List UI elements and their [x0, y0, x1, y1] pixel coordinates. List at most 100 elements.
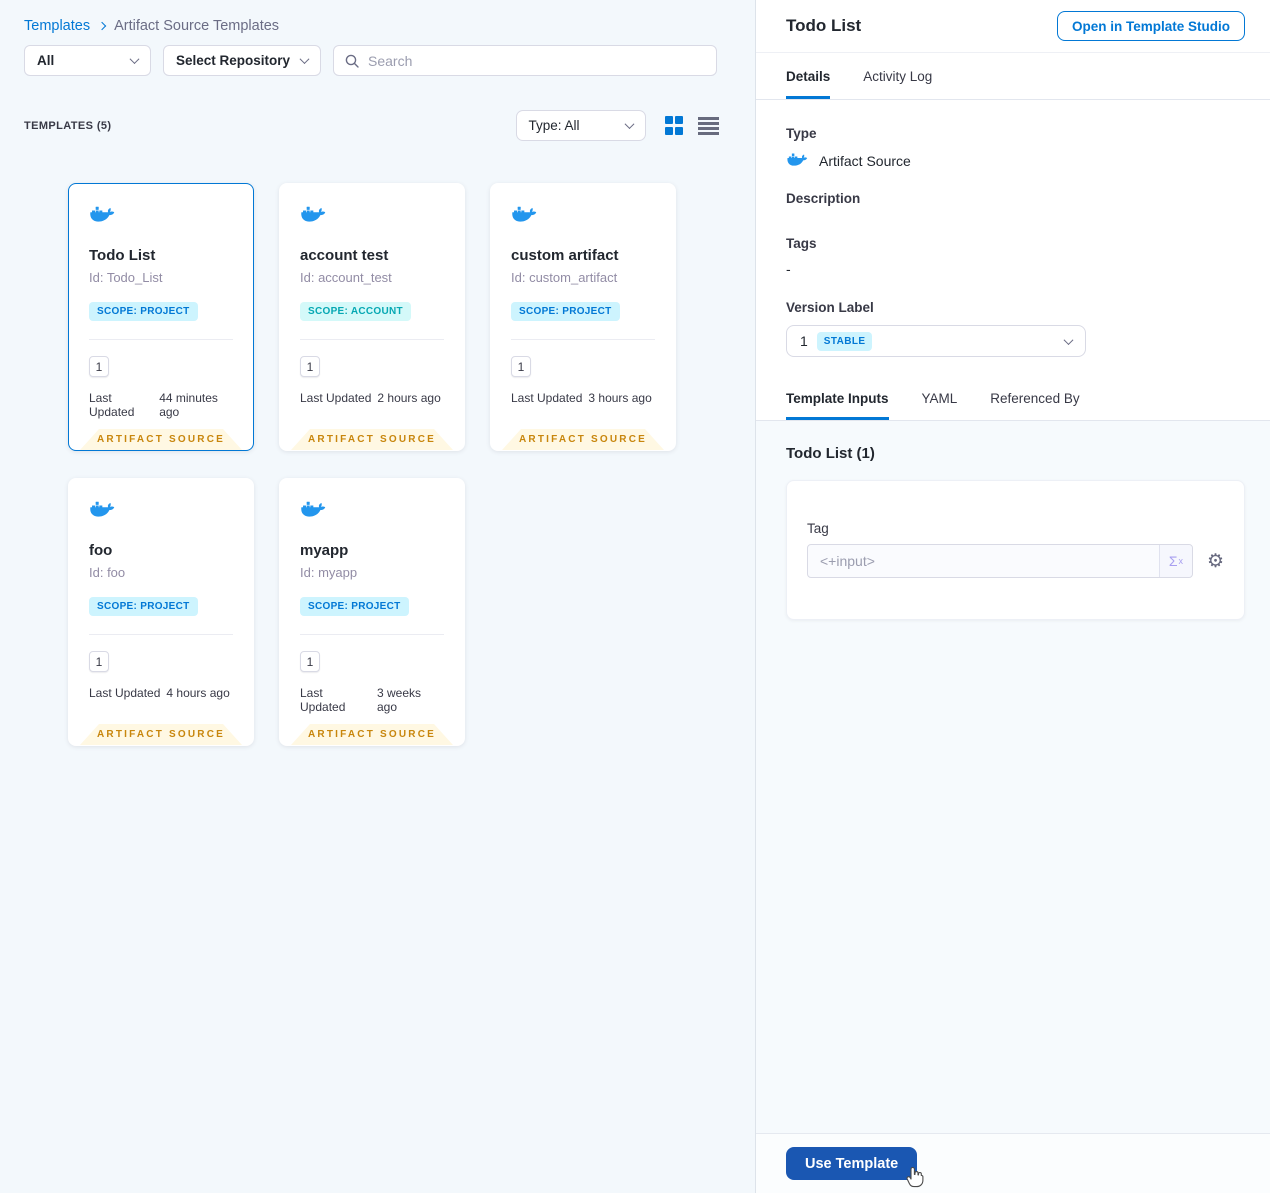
version-label: Version Label: [786, 300, 874, 315]
scope-badge: SCOPE: PROJECT: [511, 302, 620, 321]
version-count-badge: 1: [300, 651, 320, 672]
type-value: Artifact Source: [819, 153, 911, 169]
tag-input-row: Σx ⚙: [807, 544, 1224, 578]
version-count-badge: 1: [89, 651, 109, 672]
template-title: custom artifact: [511, 247, 619, 264]
scope-filter-dropdown[interactable]: All: [24, 45, 151, 76]
version-dropdown[interactable]: 1 STABLE: [786, 325, 1086, 357]
use-template-button[interactable]: Use Template: [786, 1147, 918, 1180]
last-updated: Last Updated 3 weeks ago: [300, 686, 444, 714]
artifact-source-ribbon: ARTIFACT SOURCE: [291, 429, 453, 450]
divider: [511, 339, 655, 340]
docker-icon: [786, 153, 809, 170]
breadcrumb-templates-link[interactable]: Templates: [24, 18, 90, 34]
docker-icon: [300, 501, 327, 522]
last-updated: Last Updated 3 hours ago: [511, 391, 655, 405]
artifact-source-ribbon: ARTIFACT SOURCE: [502, 429, 664, 450]
last-updated: Last Updated 4 hours ago: [89, 686, 233, 700]
artifact-source-ribbon: ARTIFACT SOURCE: [291, 724, 453, 745]
templates-list-panel: Templates Artifact Source Templates All …: [0, 0, 755, 1193]
last-updated-value: 4 hours ago: [166, 686, 230, 700]
last-updated-value: 44 minutes ago: [159, 391, 218, 419]
app-window: Templates Artifact Source Templates All …: [0, 0, 1270, 1193]
open-template-studio-button[interactable]: Open in Template Studio: [1056, 11, 1245, 41]
sigma-sup: x: [1178, 556, 1184, 566]
scope-badge: SCOPE: ACCOUNT: [300, 302, 411, 321]
tab-yaml[interactable]: YAML: [922, 377, 958, 420]
template-title: account test: [300, 247, 389, 264]
divider: [300, 634, 444, 635]
templates-count: TEMPLATES (5): [24, 119, 112, 132]
description-label: Description: [786, 191, 861, 206]
tags-label: Tags: [786, 236, 817, 251]
template-inputs-content: Todo List (1) Tag Σx ⚙: [756, 421, 1270, 1133]
scope-badge: SCOPE: PROJECT: [89, 302, 198, 321]
tab-template-inputs[interactable]: Template Inputs: [786, 377, 889, 420]
docker-icon: [511, 206, 538, 227]
runtime-input-type-button[interactable]: Σx: [1158, 545, 1192, 577]
breadcrumb-chevron-icon: [97, 21, 107, 31]
inputs-card: Tag Σx ⚙: [786, 480, 1245, 620]
repository-filter-dropdown[interactable]: Select Repository: [163, 45, 321, 76]
tab-details[interactable]: Details: [786, 53, 830, 99]
search-icon: [344, 53, 360, 69]
divider: [89, 339, 233, 340]
tab-activity-log[interactable]: Activity Log: [863, 53, 932, 99]
template-id: Id: account_test: [300, 270, 392, 285]
last-updated-label: Last Updated: [89, 686, 161, 700]
details-footer: Use Template: [756, 1133, 1270, 1193]
type-row: Artifact Source: [786, 152, 1240, 170]
filter-row: All Select Repository: [0, 34, 755, 76]
last-updated-value: 3 hours ago: [588, 391, 652, 405]
docker-icon: [89, 206, 116, 227]
template-title: myapp: [300, 542, 349, 559]
last-updated-label: Last Updated: [511, 391, 583, 405]
artifact-source-ribbon: ARTIFACT SOURCE: [80, 724, 242, 745]
divider: [300, 339, 444, 340]
tab-referenced-by[interactable]: Referenced By: [990, 377, 1079, 420]
template-card-account-test[interactable]: account test Id: account_test SCOPE: ACC…: [279, 183, 465, 451]
details-tabbar: Details Activity Log: [756, 53, 1270, 100]
list-header: TEMPLATES (5) Type: All: [24, 110, 719, 141]
template-card-myapp[interactable]: myapp Id: myapp SCOPE: PROJECT 1 Last Up…: [279, 478, 465, 746]
details-section: Type Artifact Source Description Tags - …: [756, 100, 1270, 377]
inputs-heading: Todo List (1): [786, 445, 875, 462]
search-box[interactable]: [333, 45, 717, 76]
type-filter-value: Type: All: [528, 118, 580, 133]
template-id: Id: custom_artifact: [511, 270, 618, 285]
list-view-icon[interactable]: [698, 116, 719, 135]
docker-icon: [300, 206, 327, 227]
stable-badge: STABLE: [816, 331, 873, 351]
template-details-panel: Todo List Open in Template Studio Detail…: [755, 0, 1270, 1193]
chevron-down-icon: [624, 119, 634, 130]
scope-filter-value: All: [37, 53, 55, 68]
search-input[interactable]: [368, 52, 706, 69]
template-id: Id: Todo_List: [89, 270, 163, 285]
last-updated-value: 3 weeks ago: [376, 686, 422, 714]
divider: [89, 634, 233, 635]
gear-icon[interactable]: ⚙: [1207, 552, 1224, 571]
tag-input[interactable]: [807, 544, 1193, 578]
type-filter-dropdown[interactable]: Type: All: [515, 110, 646, 141]
last-updated-value: 2 hours ago: [377, 391, 441, 405]
version-count-badge: 1: [300, 356, 320, 377]
view-toggle: [664, 116, 719, 135]
tag-runtime-input: Σx: [807, 544, 1193, 578]
inputs-tabbar: Template Inputs YAML Referenced By: [756, 377, 1270, 421]
grid-view-icon[interactable]: [664, 116, 683, 135]
last-updated: Last Updated 2 hours ago: [300, 391, 444, 405]
template-card-foo[interactable]: foo Id: foo SCOPE: PROJECT 1 Last Update…: [68, 478, 254, 746]
docker-icon: [89, 501, 116, 522]
version-count-badge: 1: [89, 356, 109, 377]
chevron-down-icon: [129, 54, 140, 65]
breadcrumb-current: Artifact Source Templates: [114, 18, 280, 34]
template-card-custom-artifact[interactable]: custom artifact Id: custom_artifact SCOP…: [490, 183, 676, 451]
last-updated-label: Last Updated: [89, 391, 135, 419]
template-card-todo-list[interactable]: Todo List Id: Todo_List SCOPE: PROJECT 1…: [68, 183, 254, 451]
last-updated-label: Last Updated: [300, 391, 372, 405]
scope-badge: SCOPE: PROJECT: [300, 597, 409, 616]
template-id: Id: myapp: [300, 565, 358, 580]
details-header: Todo List Open in Template Studio: [756, 0, 1270, 53]
template-id: Id: foo: [89, 565, 126, 580]
breadcrumb: Templates Artifact Source Templates: [0, 0, 755, 34]
